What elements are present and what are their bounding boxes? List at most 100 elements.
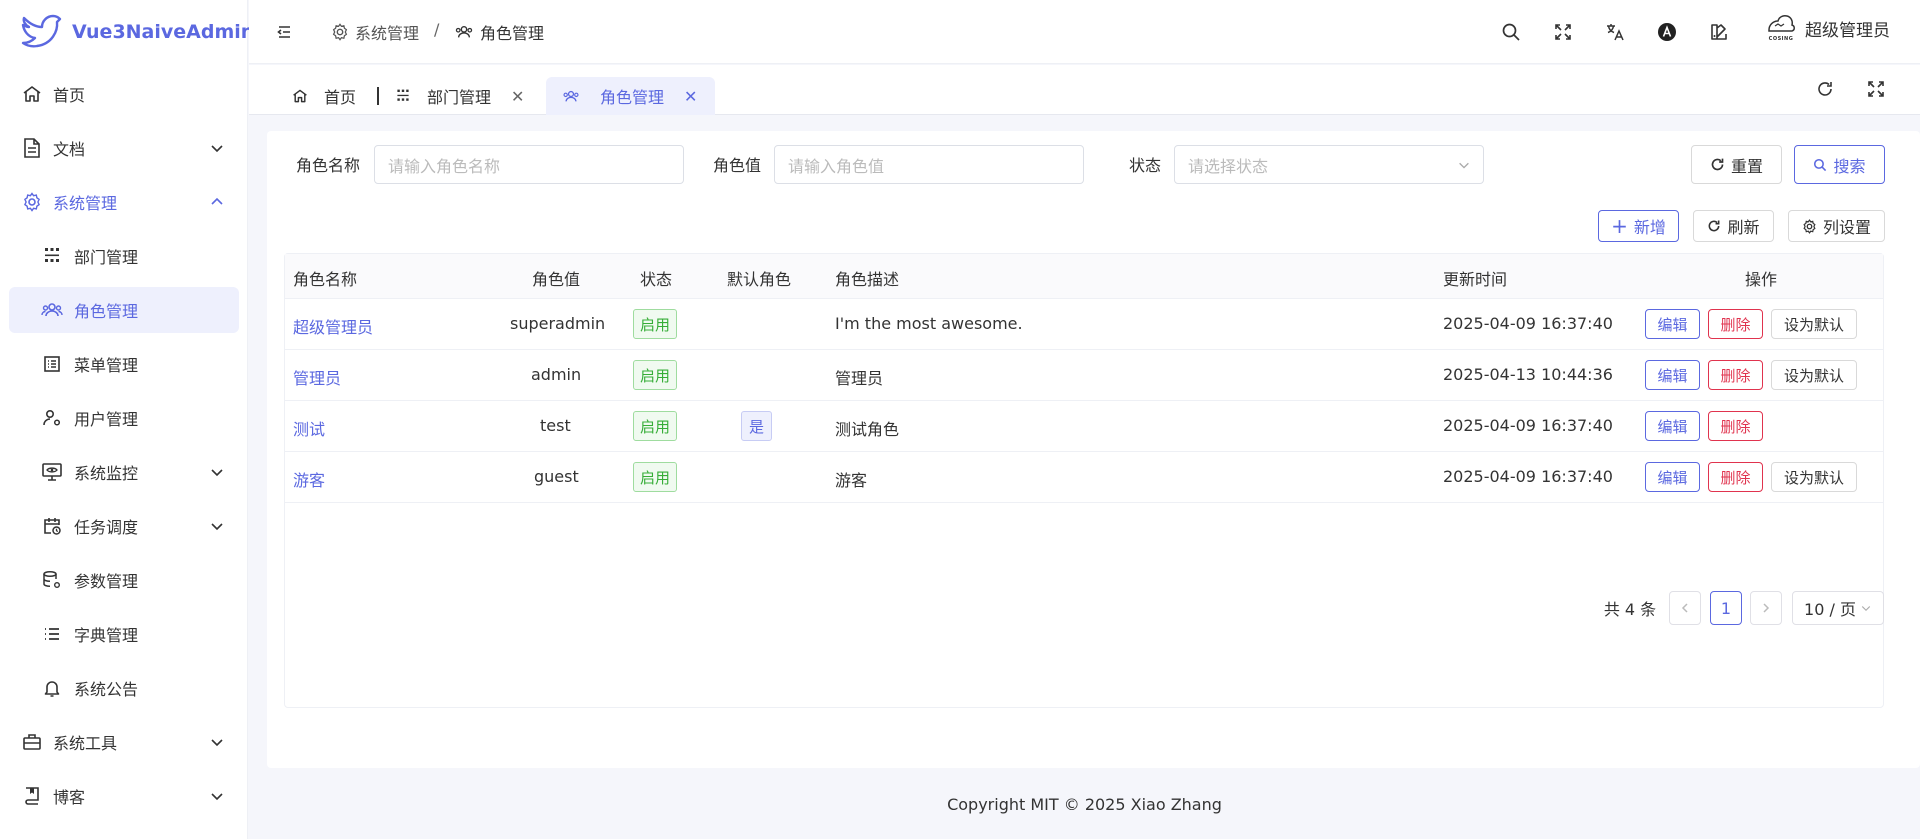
page-number-button[interactable]: 1 [1710,591,1742,625]
sidebar-item-label: 文档 [53,140,86,159]
calendar-clock-icon [41,515,63,537]
sidebar-item-dept[interactable]: 部门管理 [9,233,239,279]
set-default-button[interactable]: 设为默认 [1771,462,1857,492]
tab-label: 角色管理 [600,88,665,107]
role-description: 管理员 [835,369,884,388]
tab-home[interactable]: 首页 [292,77,382,115]
tab-role[interactable]: 角色管理 ✕ [546,77,715,115]
app-title: Vue3NaiveAdmin [72,21,255,43]
color-palette-icon[interactable] [1707,20,1731,44]
sidebar-item-user[interactable]: 用户管理 [9,395,239,441]
user-gear-icon [41,407,63,429]
column-settings-button[interactable]: 列设置 [1788,210,1885,242]
role-name-link[interactable]: 超级管理员 [293,314,373,338]
edit-button[interactable]: 编辑 [1645,360,1700,390]
edit-button[interactable]: 编辑 [1645,309,1700,339]
edit-button[interactable]: 编辑 [1645,462,1700,492]
role-name-link[interactable]: 测试 [293,416,325,440]
search-button[interactable]: 搜索 [1794,145,1885,184]
breadcrumb-separator: / [434,20,440,39]
sidebar-item-blog[interactable]: 博客 [9,773,239,819]
sidebar-item-dict[interactable]: 字典管理 [9,611,239,657]
delete-button[interactable]: 删除 [1708,411,1763,441]
button-label: 新增 [1633,218,1666,237]
org-chart-icon [395,88,411,104]
top-header: 系统管理 / 角色管理 COSING 超级管理员 [249,0,1920,64]
breadcrumb-role[interactable]: 角色管理 [454,20,544,44]
table-row: 管理员 admin 启用 管理员 2025-04-13 10:44:36 编辑 … [285,350,1883,401]
user-menu[interactable]: COSING 超级管理员 [1765,14,1890,42]
sidebar-item-tools[interactable]: 系统工具 [9,719,239,765]
close-icon[interactable]: ✕ [511,87,524,106]
set-default-button[interactable]: 设为默认 [1771,360,1857,390]
role-name-input[interactable]: 请输入角色名称 [374,145,684,184]
main-card: 角色名称 请输入角色名称 角色值 请输入角色值 状态 请选择状态 重置 搜索 +… [267,131,1920,768]
users-icon [454,24,474,40]
user-name: 超级管理员 [1805,20,1890,41]
add-button[interactable]: + 新增 [1598,210,1679,242]
avatar: COSING [1765,14,1797,42]
chevron-right-icon [1760,602,1772,614]
fullscreen-icon[interactable] [1551,20,1575,44]
tab-dept[interactable]: 部门管理 ✕ [395,77,535,115]
home-icon [21,83,43,105]
sidebar-item-label: 菜单管理 [74,356,139,375]
delete-button[interactable]: 删除 [1708,309,1763,339]
translate-icon[interactable] [1603,20,1627,44]
column-header: 更新时间 [1443,270,1508,289]
role-value-input[interactable]: 请输入角色值 [774,145,1084,184]
tab-label: 首页 [324,88,357,107]
status-select[interactable]: 请选择状态 [1174,145,1484,184]
delete-button[interactable]: 删除 [1708,462,1763,492]
role-value: guest [534,467,579,486]
sidebar-item-jobs[interactable]: 任务调度 [9,503,239,549]
collapse-menu-icon[interactable] [272,20,296,44]
close-icon[interactable]: ✕ [684,87,697,106]
sidebar-item-label: 系统工具 [53,734,118,753]
fullscreen-icon[interactable] [1864,77,1888,101]
sidebar-item-label: 任务调度 [74,518,139,537]
reset-button[interactable]: 重置 [1691,145,1782,184]
prev-page-button[interactable] [1669,591,1701,625]
sidebar-item-notice[interactable]: 系统公告 [9,665,239,711]
sidebar-item-docs[interactable]: 文档 [9,125,239,171]
search-icon[interactable] [1499,20,1523,44]
sidebar-item-label: 博客 [53,788,86,807]
reload-icon[interactable] [1813,77,1837,101]
next-page-button[interactable] [1750,591,1782,625]
status-badge: 启用 [633,360,678,390]
edit-button[interactable]: 编辑 [1645,411,1700,441]
list-icon [41,623,63,645]
footer-copyright: Copyright MIT © 2025 Xiao Zhang [947,795,1222,814]
sidebar-item-home[interactable]: 首页 [9,71,239,117]
status-badge: 启用 [633,411,678,441]
role-name-link[interactable]: 游客 [293,467,325,491]
status-label: 状态 [1129,156,1162,175]
sidebar-item-menu[interactable]: 菜单管理 [9,341,239,387]
sidebar-item-system[interactable]: 系统管理 [9,179,239,225]
reload-icon [1707,219,1721,233]
default-role-badge: 是 [741,411,773,441]
sidebar-item-label: 系统管理 [53,194,118,213]
gear-icon [21,191,43,213]
plus-icon: + [1611,214,1628,238]
column-header: 角色描述 [835,270,900,289]
column-header: 状态 [640,270,673,289]
theme-a-icon[interactable] [1655,20,1679,44]
refresh-button[interactable]: 刷新 [1693,210,1774,242]
delete-button[interactable]: 删除 [1708,360,1763,390]
logo[interactable]: Vue3NaiveAdmin [0,0,254,64]
sidebar-item-role[interactable]: 角色管理 [9,287,239,333]
page-size-select[interactable]: 10 / 页 [1792,591,1884,625]
set-default-button[interactable]: 设为默认 [1771,309,1857,339]
role-name-link[interactable]: 管理员 [293,365,341,389]
gear-icon [1802,218,1817,234]
tab-bar: 首页 部门管理 ✕ 角色管理 ✕ [249,65,1920,115]
breadcrumb-system[interactable]: 系统管理 [331,20,419,44]
chevron-down-icon [1860,602,1872,614]
sidebar-item-monitor[interactable]: 系统监控 [9,449,239,495]
role-value: test [540,416,571,435]
sidebar-item-params[interactable]: 参数管理 [9,557,239,603]
chevron-down-icon [209,140,225,156]
column-header: 操作 [1745,270,1778,289]
